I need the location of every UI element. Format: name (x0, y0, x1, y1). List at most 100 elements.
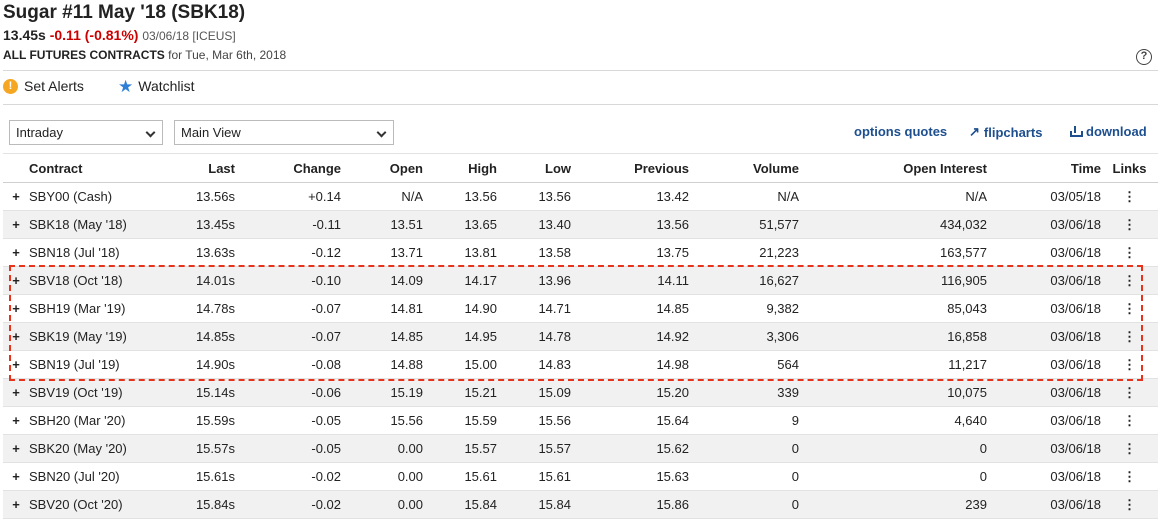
expand-plus-icon[interactable]: + (3, 266, 29, 295)
open-cell: 0.00 (341, 434, 423, 463)
view-select[interactable]: Main View (174, 120, 394, 145)
last-cell: 14.78s (161, 294, 235, 323)
table-row: + SBV18 (Oct '18) 14.01s -0.10 14.09 14.17 13.… (3, 266, 1158, 295)
previous-cell: 14.98 (571, 350, 689, 379)
help-icon[interactable]: ? (1136, 49, 1152, 65)
low-cell: 15.09 (497, 378, 571, 407)
last-price: 13.45s (3, 27, 46, 43)
col-previous[interactable]: Previous (571, 153, 689, 183)
col-open-interest[interactable]: Open Interest (799, 153, 987, 183)
col-time[interactable]: Time (987, 153, 1101, 183)
expand-plus-icon[interactable]: + (3, 434, 29, 463)
contract-cell[interactable]: SBV19 (Oct '19) (29, 378, 161, 407)
more-options-icon[interactable]: ⋮ (1101, 182, 1158, 211)
quote-meta: 03/06/18 [ICEUS] (142, 29, 236, 43)
contract-cell[interactable]: SBH19 (Mar '19) (29, 294, 161, 323)
open-cell: 0.00 (341, 462, 423, 491)
contract-cell[interactable]: SBY00 (Cash) (29, 182, 161, 211)
download-link[interactable]: download (1070, 124, 1147, 139)
contract-cell[interactable]: SBK18 (May '18) (29, 210, 161, 239)
contract-cell[interactable]: SBV18 (Oct '18) (29, 266, 161, 295)
expand-plus-icon[interactable]: + (3, 462, 29, 491)
more-options-icon[interactable]: ⋮ (1101, 462, 1158, 491)
contract-cell[interactable]: SBV20 (Oct '20) (29, 490, 161, 519)
contract-cell[interactable]: SBK19 (May '19) (29, 322, 161, 351)
col-low[interactable]: Low (497, 153, 571, 183)
col-open[interactable]: Open (341, 153, 423, 183)
open-interest-cell: N/A (799, 182, 987, 211)
expand-plus-icon[interactable]: + (3, 294, 29, 323)
expand-plus-icon[interactable]: + (3, 350, 29, 379)
flipcharts-link[interactable]: ↗ flipcharts (969, 124, 1042, 140)
watchlist-button[interactable]: ★ Watchlist (118, 78, 195, 95)
expand-plus-icon[interactable]: + (3, 378, 29, 407)
set-alerts-button[interactable]: ! Set Alerts (3, 78, 84, 94)
volume-cell: 0 (689, 462, 799, 491)
contract-cell[interactable]: SBN19 (Jul '19) (29, 350, 161, 379)
change-cell: -0.11 (235, 210, 341, 239)
more-options-icon[interactable]: ⋮ (1101, 238, 1158, 267)
col-links: Links (1101, 153, 1158, 183)
col-high[interactable]: High (423, 153, 497, 183)
high-cell: 13.56 (423, 182, 497, 211)
last-cell: 14.01s (161, 266, 235, 295)
col-change[interactable]: Change (235, 153, 341, 183)
time-cell: 03/06/18 (987, 210, 1101, 239)
low-cell: 15.61 (497, 462, 571, 491)
time-cell: 03/06/18 (987, 406, 1101, 435)
high-cell: 15.59 (423, 406, 497, 435)
table-row: + SBN20 (Jul '20) 15.61s -0.02 0.00 15.61 15.6… (3, 462, 1158, 491)
contract-cell[interactable]: SBK20 (May '20) (29, 434, 161, 463)
more-options-icon[interactable]: ⋮ (1101, 294, 1158, 323)
low-cell: 14.71 (497, 294, 571, 323)
volume-cell: 9 (689, 406, 799, 435)
high-cell: 14.90 (423, 294, 497, 323)
more-options-icon[interactable]: ⋮ (1101, 378, 1158, 407)
volume-cell: 9,382 (689, 294, 799, 323)
open-cell: 14.85 (341, 322, 423, 351)
col-contract[interactable]: Contract (29, 153, 161, 183)
previous-cell: 15.63 (571, 462, 689, 491)
open-cell: 15.19 (341, 378, 423, 407)
expand-plus-icon[interactable]: + (3, 182, 29, 211)
contract-cell[interactable]: SBH20 (Mar '20) (29, 406, 161, 435)
quote-line: 13.45s -0.11 (-0.81%) 03/06/18 [ICEUS] (3, 27, 236, 43)
more-options-icon[interactable]: ⋮ (1101, 322, 1158, 351)
open-cell: 14.88 (341, 350, 423, 379)
expand-plus-icon[interactable]: + (3, 210, 29, 239)
volume-cell: 0 (689, 434, 799, 463)
previous-cell: 13.42 (571, 182, 689, 211)
last-cell: 13.56s (161, 182, 235, 211)
last-cell: 13.63s (161, 238, 235, 267)
more-options-icon[interactable]: ⋮ (1101, 490, 1158, 519)
open-interest-cell: 10,075 (799, 378, 987, 407)
expand-plus-icon[interactable]: + (3, 238, 29, 267)
volume-cell: 51,577 (689, 210, 799, 239)
more-options-icon[interactable]: ⋮ (1101, 350, 1158, 379)
time-cell: 03/06/18 (987, 490, 1101, 519)
time-cell: 03/06/18 (987, 294, 1101, 323)
col-last[interactable]: Last (161, 153, 235, 183)
more-options-icon[interactable]: ⋮ (1101, 434, 1158, 463)
options-quotes-link[interactable]: options quotes (854, 124, 947, 139)
open-interest-cell: 239 (799, 490, 987, 519)
period-select[interactable]: Intraday (9, 120, 163, 145)
low-cell: 15.56 (497, 406, 571, 435)
expand-plus-icon[interactable]: + (3, 406, 29, 435)
open-cell: N/A (341, 182, 423, 211)
low-cell: 13.40 (497, 210, 571, 239)
more-options-icon[interactable]: ⋮ (1101, 210, 1158, 239)
high-cell: 15.57 (423, 434, 497, 463)
more-options-icon[interactable]: ⋮ (1101, 406, 1158, 435)
col-volume[interactable]: Volume (689, 153, 799, 183)
contract-cell[interactable]: SBN18 (Jul '18) (29, 238, 161, 267)
table-header-row: Contract Last Change Open High Low Previ… (3, 153, 1158, 183)
more-options-icon[interactable]: ⋮ (1101, 266, 1158, 295)
contract-cell[interactable]: SBN20 (Jul '20) (29, 462, 161, 491)
last-cell: 14.85s (161, 322, 235, 351)
download-label: download (1086, 124, 1147, 139)
expand-plus-icon[interactable]: + (3, 490, 29, 519)
time-cell: 03/06/18 (987, 322, 1101, 351)
expand-plus-icon[interactable]: + (3, 322, 29, 351)
previous-cell: 14.11 (571, 266, 689, 295)
